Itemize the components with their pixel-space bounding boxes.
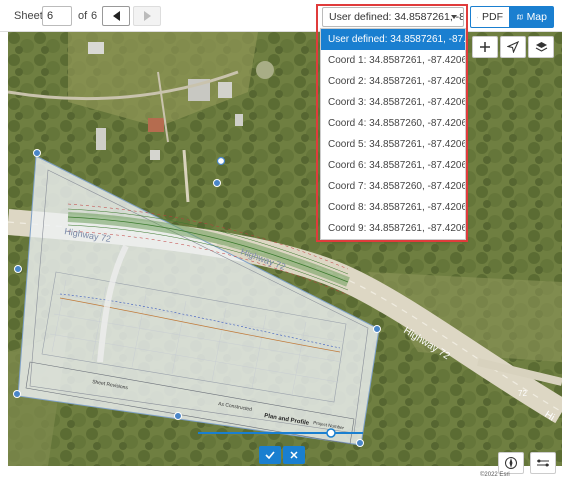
close-icon xyxy=(290,451,298,459)
bottom-strip xyxy=(0,466,562,480)
layers-button[interactable] xyxy=(528,36,554,58)
document-icon xyxy=(477,16,478,18)
zoom-in-button[interactable] xyxy=(472,36,498,58)
opacity-slider-handle[interactable] xyxy=(326,428,336,438)
coordinate-option-8[interactable]: Coord 8: 34.8587261, -87.4206140 xyxy=(321,197,465,218)
sheet-number-input[interactable]: 6 xyxy=(42,6,72,26)
triangle-right-icon xyxy=(143,11,151,21)
top-toolbar: Sheet 6 of 6 User defined: 34.8587261, -… xyxy=(0,0,562,32)
plus-icon xyxy=(480,42,490,52)
compass-icon xyxy=(505,457,517,469)
ruler-icon xyxy=(537,459,549,467)
coordinate-option-5[interactable]: Coord 5: 34.8587261, -87.4206139 xyxy=(321,134,465,155)
locate-button[interactable] xyxy=(500,36,526,58)
layers-icon xyxy=(535,42,547,52)
total-sheets: 6 xyxy=(91,10,98,22)
pdf-view-button[interactable]: PDF xyxy=(470,6,510,28)
map-viewport[interactable]: Highway 72 72 Hi Highway 72 Highway 72 S… xyxy=(8,32,562,466)
coordinate-dropdown-list: User defined: 34.8587261, -87.42... Coor… xyxy=(320,28,466,240)
coordinate-option-1[interactable]: Coord 1: 34.8587261, -87.4206139 xyxy=(321,50,465,71)
triangle-left-icon xyxy=(112,11,120,21)
navigation-arrow-icon xyxy=(507,41,519,53)
confirm-button[interactable] xyxy=(259,446,281,464)
map-attribution: ©2022 Esri xyxy=(480,472,510,478)
map-view-button[interactable]: Map xyxy=(510,6,554,28)
previous-sheet-button[interactable] xyxy=(102,6,130,26)
map-icon xyxy=(517,14,523,20)
coordinate-option-7[interactable]: Coord 7: 34.8587260, -87.4206139 xyxy=(321,176,465,197)
pdf-label: PDF xyxy=(482,11,503,23)
coordinate-select-value: User defined: 34.8587261, -87.42 xyxy=(329,11,463,23)
coordinate-option-3[interactable]: Coord 3: 34.8587261, -87.4206139 xyxy=(321,92,465,113)
cancel-button[interactable] xyxy=(283,446,305,464)
coordinate-option-4[interactable]: Coord 4: 34.8587260, -87.4206140 xyxy=(321,113,465,134)
coordinate-option-6[interactable]: Coord 6: 34.8587261, -87.4206140 xyxy=(321,155,465,176)
coordinate-select[interactable]: User defined: 34.8587261, -87.42 xyxy=(322,7,464,27)
of-label: of xyxy=(78,10,88,22)
coordinate-option-user-defined[interactable]: User defined: 34.8587261, -87.42... xyxy=(321,29,465,50)
caret-down-icon xyxy=(451,15,457,19)
measure-button[interactable] xyxy=(530,452,556,474)
next-sheet-button[interactable] xyxy=(133,6,161,26)
sheet-label: Sheet xyxy=(14,10,43,22)
check-icon xyxy=(265,451,275,459)
satellite-imagery: Highway 72 72 Hi Highway 72 Highway 72 S… xyxy=(8,32,562,466)
coordinate-option-2[interactable]: Coord 2: 34.8587261, -87.4206140 xyxy=(321,71,465,92)
coordinate-option-9[interactable]: Coord 9: 34.8587261, -87.4206137 xyxy=(321,218,465,239)
road-label-72: 72 xyxy=(518,389,527,398)
map-label: Map xyxy=(526,11,547,23)
compass-button[interactable] xyxy=(498,452,524,474)
